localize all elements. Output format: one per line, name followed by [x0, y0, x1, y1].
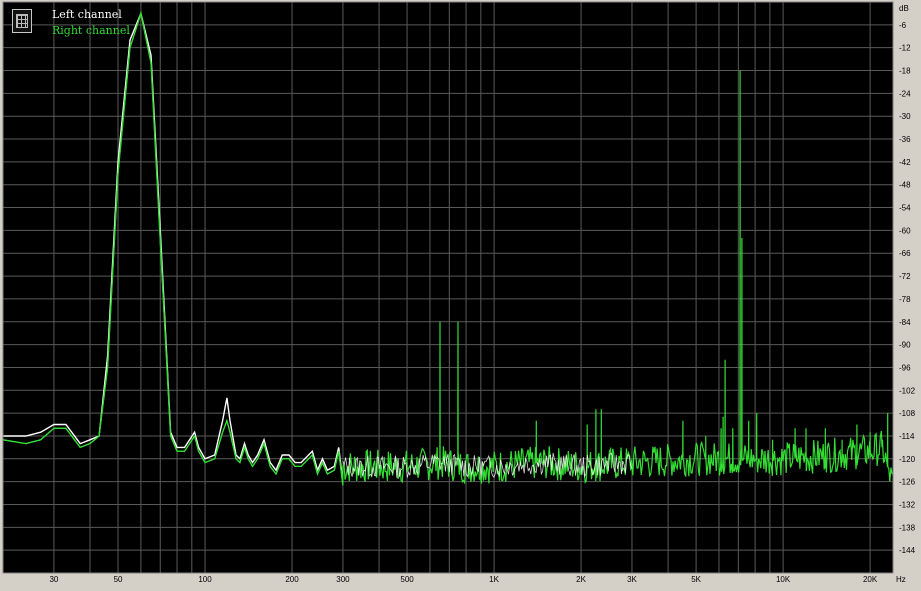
y-tick-label: -48: [899, 181, 911, 190]
x-tick-label: 200: [285, 575, 299, 584]
legend-grid-icon[interactable]: [12, 9, 32, 33]
x-tick-label: 500: [400, 575, 414, 584]
legend-left-channel: Left channel: [52, 8, 122, 21]
y-tick-label: -72: [899, 272, 911, 281]
y-tick-label: -84: [899, 318, 911, 327]
y-tick-label: -120: [899, 455, 916, 464]
y-tick-label: -42: [899, 158, 911, 167]
x-tick-label: 5K: [691, 575, 701, 584]
x-tick-label: 10K: [776, 575, 791, 584]
x-tick-label: 300: [336, 575, 350, 584]
y-tick-label: -138: [899, 523, 916, 532]
y-tick-label: -24: [899, 89, 911, 98]
y-tick-label: -96: [899, 363, 911, 372]
y-unit-label: dB: [899, 4, 909, 13]
plot-background: [3, 2, 893, 573]
x-tick-label: 1K: [489, 575, 499, 584]
spectrum-plot: -6 -12 -18 -24 -30 -36 -42 -48 -54 -60 -66 -72 -78 -8…: [2, 1, 916, 584]
spectrum-chart-frame: -6 -12 -18 -24 -30 -36 -42 -48 -54 -60 -66 -72 -78 -8…: [0, 0, 921, 591]
x-tick-label: 3K: [627, 575, 637, 584]
y-tick-label: -6: [899, 21, 907, 30]
x-tick-label: 2K: [576, 575, 586, 584]
y-tick-label: -114: [899, 432, 915, 441]
y-tick-label: -102: [899, 386, 916, 395]
x-tick-label: 100: [198, 575, 212, 584]
y-tick-label: -78: [899, 295, 911, 304]
x-tick-label: 30: [49, 575, 58, 584]
x-tick-label: 50: [114, 575, 123, 584]
y-tick-label: -132: [899, 500, 916, 509]
y-tick-label: -108: [899, 409, 916, 418]
y-tick-label: -30: [899, 112, 911, 121]
y-tick-label: -36: [899, 135, 911, 144]
y-tick-label: -90: [899, 341, 911, 350]
y-tick-label: -60: [899, 226, 911, 235]
x-unit-label: Hz: [896, 575, 906, 584]
y-tick-label: -66: [899, 249, 911, 258]
y-tick-label: -12: [899, 44, 911, 53]
y-tick-label: -18: [899, 67, 911, 76]
y-tick-label: -126: [899, 478, 916, 487]
legend-right-channel: Right channel: [52, 24, 130, 37]
y-tick-label: -144: [899, 546, 916, 555]
y-tick-label: -54: [899, 204, 911, 213]
x-tick-label: 20K: [863, 575, 878, 584]
